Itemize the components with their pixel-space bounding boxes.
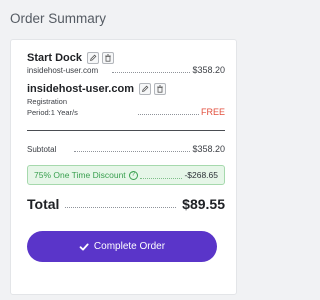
trash-icon[interactable] [153,83,166,95]
order-item: insidehost-user.com Registration Period:… [27,83,225,117]
total-row: Total $89.55 [27,196,225,212]
check-icon [79,243,89,250]
item-price-line: insidehost-user.com $358.20 [27,65,225,75]
total-value: $89.55 [182,196,225,212]
subtotal-label: Subtotal [27,145,57,154]
pencil-icon[interactable] [138,83,151,95]
item-price-line: Period:1 Year/s FREE [27,107,225,117]
order-summary-card: Start Dock insidehost-user.com $358.20 i… [10,39,237,295]
divider [27,130,225,131]
pencil-icon[interactable] [87,52,100,64]
question-circle-icon[interactable]: ? [128,170,138,180]
item-name: insidehost-user.com [27,83,134,95]
order-item: Start Dock insidehost-user.com $358.20 [27,52,225,75]
item-name: Start Dock [27,52,83,64]
discount-row: 75% One Time Discount ? -$268.65 [27,165,225,185]
item-domain: insidehost-user.com [27,66,99,75]
subtotal-value: $358.20 [192,144,225,154]
item-title-row: insidehost-user.com [27,83,225,95]
complete-order-label: Complete Order [93,241,166,252]
page-title: Order Summary [10,11,107,26]
dotted-leader [137,114,199,115]
dotted-leader [139,177,183,179]
discount-label: 75% One Time Discount [34,170,126,180]
subtotal-line: Subtotal $358.20 [27,144,225,154]
item-title-row: Start Dock [27,52,225,64]
dotted-leader [74,151,191,152]
complete-order-button[interactable]: Complete Order [27,231,217,262]
trash-icon[interactable] [102,52,115,64]
dotted-leader [112,72,191,73]
item-period: Period:1 Year/s [27,108,78,117]
dotted-leader [65,207,177,208]
subtotal-row: Subtotal $358.20 [27,144,225,154]
item-price: $358.20 [192,65,225,75]
total-label: Total [27,196,60,212]
item-price-free: FREE [200,107,225,117]
discount-value: -$268.65 [184,170,218,180]
discount-label-group: 75% One Time Discount ? [34,170,138,180]
item-type: Registration [27,97,68,106]
